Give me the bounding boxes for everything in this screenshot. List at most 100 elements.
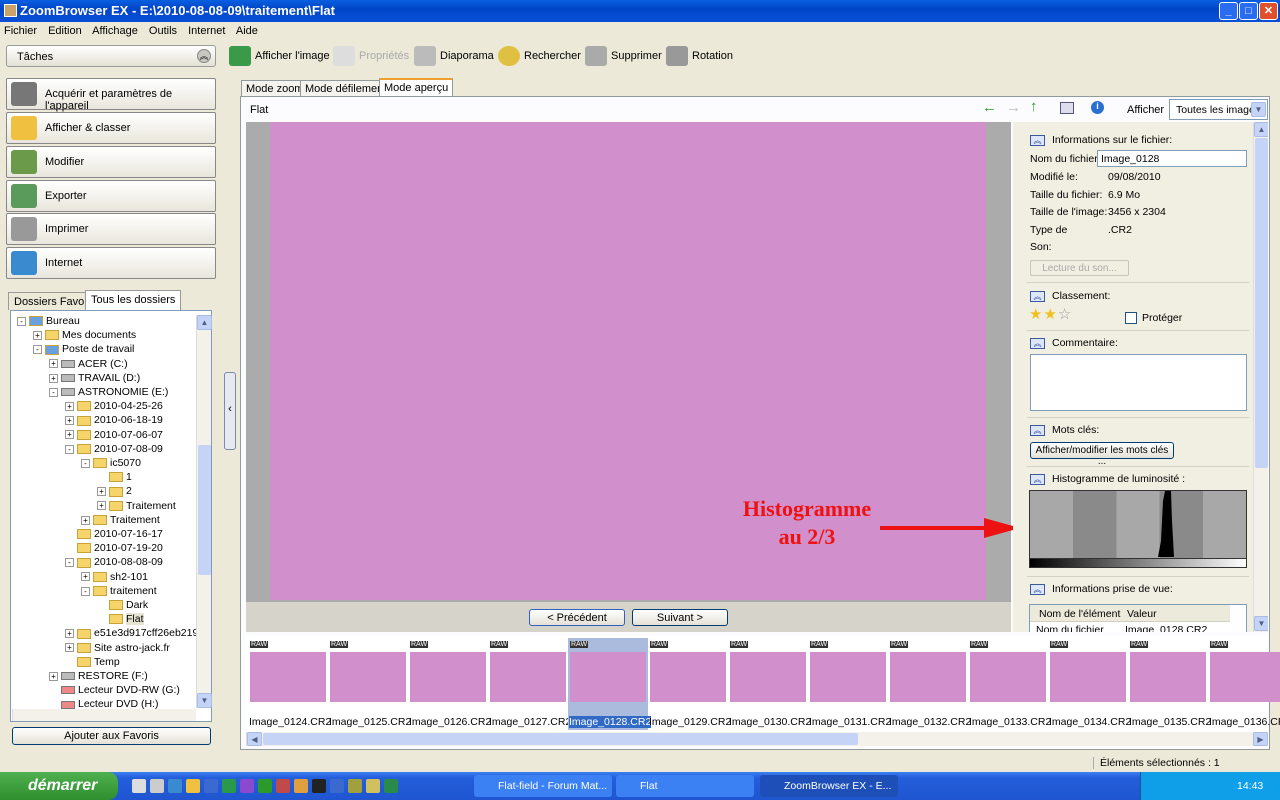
scroll-thumb[interactable] [263,733,858,745]
tab-all-folders[interactable]: Tous les dossiers [85,290,182,310]
filename-input[interactable]: Image_0128 [1097,150,1247,167]
histogram-section[interactable]: ︽ Histogramme de luminosité : [1030,473,1185,485]
forward-arrow-icon[interactable]: → [1006,99,1021,116]
thumbnail[interactable]: RAW Image_0129.CR2 [648,638,731,730]
taskbar-item-flat[interactable]: Flat [616,775,754,797]
menu-aide[interactable]: Aide [236,25,258,37]
tree-node[interactable]: 2010-07-16-17 [65,528,163,542]
thumbnail[interactable]: RAW Image_0124.CR2 [248,638,331,730]
search-button[interactable]: Rechercher [498,46,581,66]
scroll-thumb[interactable] [198,445,211,575]
taskbar-item-forum[interactable]: Flat-field - Forum Mat... [474,775,612,797]
thumbnail[interactable]: RAW Image_0134.CR2 [1048,638,1131,730]
star-icon[interactable]: ☆ [1058,306,1072,323]
quicklaunch-icon[interactable] [240,779,254,793]
rotate-button[interactable]: Rotation [666,46,733,66]
folder-tree[interactable]: - Bureau + Mes documents - Poste de travail + A… [10,310,212,722]
tree-node[interactable]: + Site astro-jack.fr [65,642,170,656]
collapse-icon[interactable]: ︽ [1030,135,1045,146]
collapse-node-icon[interactable]: - [81,586,90,596]
quicklaunch-icon[interactable] [204,779,218,793]
menu-fichier[interactable]: Fichier [4,25,37,37]
tree-node[interactable]: - 2010-08-08-09 [65,556,163,570]
comment-textarea[interactable] [1030,354,1247,411]
collapse-icon[interactable]: ︽ [1030,584,1045,595]
tree-node[interactable]: + Traitement [81,514,160,528]
expand-node-icon[interactable]: + [97,487,106,497]
expand-node-icon[interactable]: + [97,501,106,511]
quicklaunch-icon[interactable] [186,779,200,793]
expand-node-icon[interactable]: + [65,629,74,639]
expand-node-icon[interactable]: + [49,359,58,369]
close-button[interactable]: ✕ [1259,2,1278,20]
edit-keywords-button[interactable]: Afficher/modifier les mots clés ... [1030,442,1174,467]
scroll-down-icon[interactable]: ▼ [1254,616,1268,631]
info-scrollbar[interactable]: ▲ ▼ [1253,122,1268,632]
tab-mode-scroll[interactable]: Mode défilement [300,80,392,97]
tree-node[interactable]: +2 [97,485,132,499]
thumbnail[interactable]: RAW Image_0132.CR2 [888,638,971,730]
tree-node[interactable]: - ASTRONOMIE (E:) [49,386,168,400]
select-tool-icon[interactable] [1060,102,1074,114]
slideshow-button[interactable]: Diaporama [414,46,494,66]
collapse-icon[interactable]: ︽ [1030,291,1045,302]
quicklaunch-icon[interactable] [330,779,344,793]
tree-node[interactable]: 2010-07-19-20 [65,542,163,556]
expand-node-icon[interactable]: + [81,572,90,582]
tree-node[interactable]: + e51e3d917cff26eb219 [65,627,198,641]
tree-node[interactable]: Lecteur DVD-RW (G:) [49,684,180,698]
tree-node[interactable]: + ACER (C:) [49,358,128,372]
tree-node[interactable]: + sh2-101 [81,571,148,585]
thumbnail[interactable]: RAW Image_0130.CR2 [728,638,811,730]
task-acquire[interactable]: Acquérir et paramètres de l'appareil [6,78,216,112]
taskbar-item-zoombrowser[interactable]: ZoomBrowser EX - E... [760,775,898,797]
quicklaunch-icon[interactable] [312,779,326,793]
properties-button[interactable]: Propriétés [333,46,409,66]
quicklaunch-icon[interactable] [294,779,308,793]
column-header[interactable]: Nom de l'élément [1039,608,1120,620]
collapse-node-icon[interactable]: - [65,444,74,454]
quicklaunch-icon[interactable] [150,779,164,793]
collapse-node-icon[interactable]: - [49,387,58,397]
task-export[interactable]: Exporter [6,180,216,212]
comment-section[interactable]: ︽ Commentaire: [1030,337,1118,349]
tree-node[interactable]: + RESTORE (F:) [49,670,148,684]
tree-node[interactable]: + TRAVAIL (D:) [49,372,140,386]
quicklaunch-icon[interactable] [258,779,272,793]
shot-info-section[interactable]: ︽ Informations prise de vue: [1030,583,1173,595]
column-header[interactable]: Valeur [1127,608,1157,620]
star-rating[interactable]: ★★☆ [1029,305,1072,323]
delete-button[interactable]: Supprimer [585,46,662,66]
thumbnail[interactable]: RAW Image_0126.CR2 [408,638,491,730]
expand-node-icon[interactable]: + [49,671,58,681]
scroll-left-icon[interactable]: ◀ [247,732,262,746]
tree-node[interactable]: + Traitement [97,500,176,514]
tree-node[interactable]: - traitement [81,585,157,599]
back-arrow-icon[interactable]: ← [982,99,997,116]
start-button[interactable]: démarrer [0,772,118,800]
quicklaunch-icon[interactable] [384,779,398,793]
quicklaunch-icon[interactable] [222,779,236,793]
tab-mode-zoom[interactable]: Mode zoom [241,80,309,97]
scroll-up-icon[interactable]: ▲ [197,315,212,330]
scroll-thumb[interactable] [1255,138,1268,468]
scroll-right-icon[interactable]: ▶ [1253,732,1268,746]
expand-node-icon[interactable]: + [65,401,74,411]
expand-node-icon[interactable]: + [33,330,42,340]
quicklaunch-icon[interactable] [168,779,182,793]
thumbnail[interactable]: RAW Image_0127.CR2 [488,638,571,730]
expand-node-icon[interactable]: + [65,643,74,653]
thumbnail[interactable]: RAW Image_0128.CR2 [568,638,652,730]
collapse-icon[interactable]: ︽ [1030,338,1045,349]
menu-outils[interactable]: Outils [149,25,177,37]
keywords-section[interactable]: ︽ Mots clés: [1030,424,1099,436]
quicklaunch-icon[interactable] [366,779,380,793]
tree-node[interactable]: Flat [97,613,144,627]
play-sound-button[interactable]: Lecture du son... [1030,260,1129,276]
collapse-icon[interactable]: ︽ [1030,474,1045,485]
collapse-icon[interactable]: ︽ [1030,425,1045,436]
tree-node[interactable]: Dark [97,599,148,613]
tree-node[interactable]: - Bureau [17,315,80,329]
expand-node-icon[interactable]: + [81,515,90,525]
protect-checkbox[interactable] [1125,312,1137,324]
